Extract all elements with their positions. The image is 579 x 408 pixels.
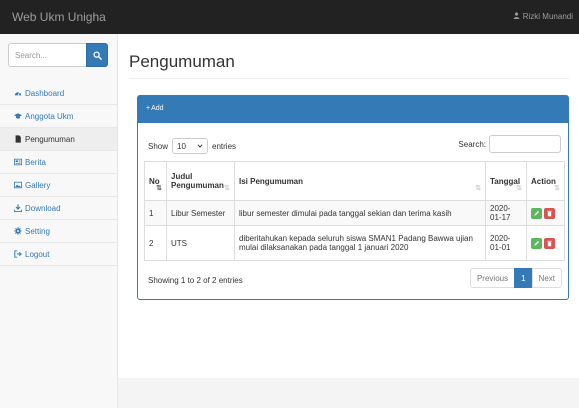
table-row: 1 Libur Semester libur semester dimulai …	[144, 200, 565, 226]
table-row: 2 UTS diberitahukan kepada seluruh siswa…	[144, 225, 565, 261]
cell-no: 2	[144, 225, 167, 261]
column-header-tanggal[interactable]: Tanggal ⇅	[485, 161, 527, 201]
search-input[interactable]	[8, 43, 86, 67]
cell-tanggal: 2020-01-17	[485, 200, 527, 226]
user-menu[interactable]: Rizki Munandi	[513, 12, 573, 21]
sidebar-item-dashboard[interactable]: Dashboard	[0, 82, 117, 105]
sidebar-item-label: Setting	[25, 226, 50, 236]
gear-icon	[14, 227, 22, 235]
sidebar: Dashboard Anggota Ukm Pengumuman Berita …	[0, 34, 118, 408]
plus-icon: +	[146, 105, 151, 112]
panel-heading: + Add	[138, 96, 568, 123]
sort-icon: ⇅	[475, 185, 481, 192]
column-header-no[interactable]: No ⇅	[144, 161, 167, 201]
announcement-panel: + Add Show 10 entries Search: No ⇅ Judul …	[137, 95, 569, 300]
sidebar-search	[8, 43, 108, 67]
column-header-action[interactable]: Action ⇅	[526, 161, 565, 201]
sidebar-item-label: Berita	[25, 157, 46, 167]
user-icon	[513, 12, 520, 21]
length-prefix: Show	[148, 141, 169, 151]
entries-length: Show 10 entries	[148, 138, 236, 154]
header-divider	[129, 78, 569, 79]
sidebar-item-gallery[interactable]: Gallery	[0, 174, 117, 197]
sort-icon: ⇅	[224, 185, 230, 192]
chevron-down-icon	[197, 144, 203, 148]
cell-action	[526, 200, 565, 226]
table-filter: Search:	[458, 135, 561, 153]
cell-no: 1	[144, 200, 167, 226]
sidebar-item-anggota-ukm[interactable]: Anggota Ukm	[0, 105, 117, 128]
pagination-page[interactable]: 1	[514, 268, 533, 288]
sidebar-item-label: Anggota Ukm	[25, 111, 74, 121]
sidebar-item-setting[interactable]: Setting	[0, 220, 117, 243]
sidebar-item-label: Download	[25, 203, 61, 213]
cell-tanggal: 2020-01-01	[485, 225, 527, 261]
graduation-cap-icon	[14, 112, 22, 120]
column-header-isi[interactable]: Isi Pengumuman ⇅	[234, 161, 486, 201]
length-suffix: entries	[212, 141, 237, 151]
table-info: Showing 1 to 2 of 2 entries	[148, 276, 243, 285]
cell-isi: libur semester dimulai pada tanggal seki…	[234, 200, 486, 226]
sidebar-item-download[interactable]: Download	[0, 197, 117, 220]
sidebar-item-berita[interactable]: Berita	[0, 151, 117, 174]
sort-asc-icon: ⇅	[156, 185, 162, 192]
add-button[interactable]: + Add	[146, 105, 164, 112]
column-header-judul[interactable]: Judul Pengumuman ⇅	[166, 161, 235, 201]
sidebar-item-label: Dashboard	[25, 88, 65, 98]
filter-label: Search:	[458, 139, 486, 149]
pagination-next[interactable]: Next	[531, 268, 562, 288]
delete-button[interactable]	[544, 237, 555, 249]
dashboard-icon	[14, 89, 22, 97]
edit-button[interactable]	[531, 237, 542, 249]
sort-icon: ⇅	[554, 185, 560, 192]
search-icon	[92, 50, 102, 60]
newspaper-icon	[14, 158, 22, 166]
pagination-previous[interactable]: Previous	[469, 268, 516, 288]
announcement-table: No ⇅ Judul Pengumuman ⇅ Isi Pengumuman ⇅ Ta…	[144, 161, 565, 261]
pencil-icon	[534, 210, 539, 216]
add-button-label: Add	[151, 105, 164, 112]
sign-out-icon	[14, 250, 22, 258]
trash-icon	[547, 240, 552, 246]
sidebar-item-pengumuman[interactable]: Pengumuman	[0, 128, 117, 151]
cell-judul: Libur Semester	[166, 200, 235, 226]
entries-select[interactable]: 10	[172, 138, 209, 154]
pencil-icon	[534, 240, 539, 246]
brand-link[interactable]: Web Ukm Unigha	[12, 10, 106, 24]
pagination: Previous 1 Next	[469, 268, 562, 288]
entries-select-value: 10	[177, 141, 186, 151]
sidebar-item-label: Gallery	[25, 180, 51, 190]
trash-icon	[547, 210, 552, 216]
image-icon	[14, 181, 22, 189]
download-icon	[14, 204, 22, 212]
table-search-input[interactable]	[489, 135, 561, 153]
sidebar-item-logout[interactable]: Logout	[0, 243, 117, 266]
cell-action	[526, 225, 565, 261]
user-name: Rizki Munandi	[522, 12, 573, 21]
cell-judul: UTS	[166, 225, 235, 261]
top-navbar: Web Ukm Unigha Rizki Munandi	[0, 0, 579, 34]
delete-button[interactable]	[544, 207, 555, 219]
edit-button[interactable]	[531, 207, 542, 219]
file-icon	[14, 135, 22, 143]
search-button[interactable]	[86, 43, 108, 67]
cell-isi: diberitahukan kepada seluruh siswa SMAN1…	[234, 225, 486, 261]
sidebar-item-label: Logout	[25, 249, 50, 259]
table-header-row: No ⇅ Judul Pengumuman ⇅ Isi Pengumuman ⇅ Ta…	[144, 161, 565, 201]
page-title: Pengumuman	[129, 52, 235, 71]
sidebar-item-label: Pengumuman	[25, 134, 75, 144]
footer-area	[118, 378, 579, 408]
sidebar-nav: Dashboard Anggota Ukm Pengumuman Berita …	[0, 82, 117, 266]
sort-icon: ⇅	[516, 185, 522, 192]
